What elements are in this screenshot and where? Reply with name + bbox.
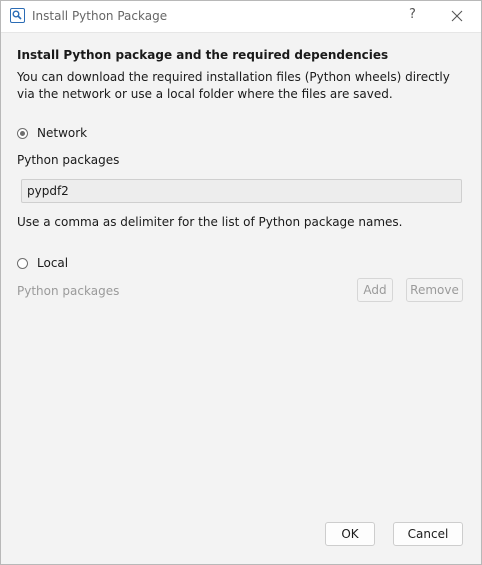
python-packages-input[interactable]	[21, 179, 462, 203]
dialog-heading: Install Python package and the required …	[17, 48, 389, 62]
network-radio[interactable]	[17, 127, 28, 139]
search-icon	[10, 8, 25, 23]
title-bar: Install Python Package ?	[1, 1, 481, 33]
install-python-package-dialog: Install Python Package ? Install Python …	[0, 0, 482, 565]
local-radio-label: Local	[37, 256, 69, 270]
ok-button[interactable]: OK	[325, 522, 375, 546]
local-radio[interactable]	[17, 257, 28, 269]
local-radio-option[interactable]: Local	[17, 255, 68, 271]
remove-button[interactable]: Remove	[406, 278, 463, 302]
local-packages-label: Python packages	[17, 284, 120, 298]
window-title: Install Python Package	[32, 9, 168, 23]
close-icon[interactable]	[450, 9, 466, 25]
dialog-description: You can download the required installati…	[17, 70, 450, 101]
delimiter-hint: Use a comma as delimiter for the list of…	[17, 215, 403, 229]
network-radio-option[interactable]: Network	[17, 125, 87, 141]
help-button[interactable]: ?	[409, 7, 416, 22]
network-packages-label: Python packages	[17, 153, 120, 167]
add-button[interactable]: Add	[357, 278, 393, 302]
network-radio-label: Network	[37, 126, 88, 140]
cancel-button[interactable]: Cancel	[393, 522, 463, 546]
